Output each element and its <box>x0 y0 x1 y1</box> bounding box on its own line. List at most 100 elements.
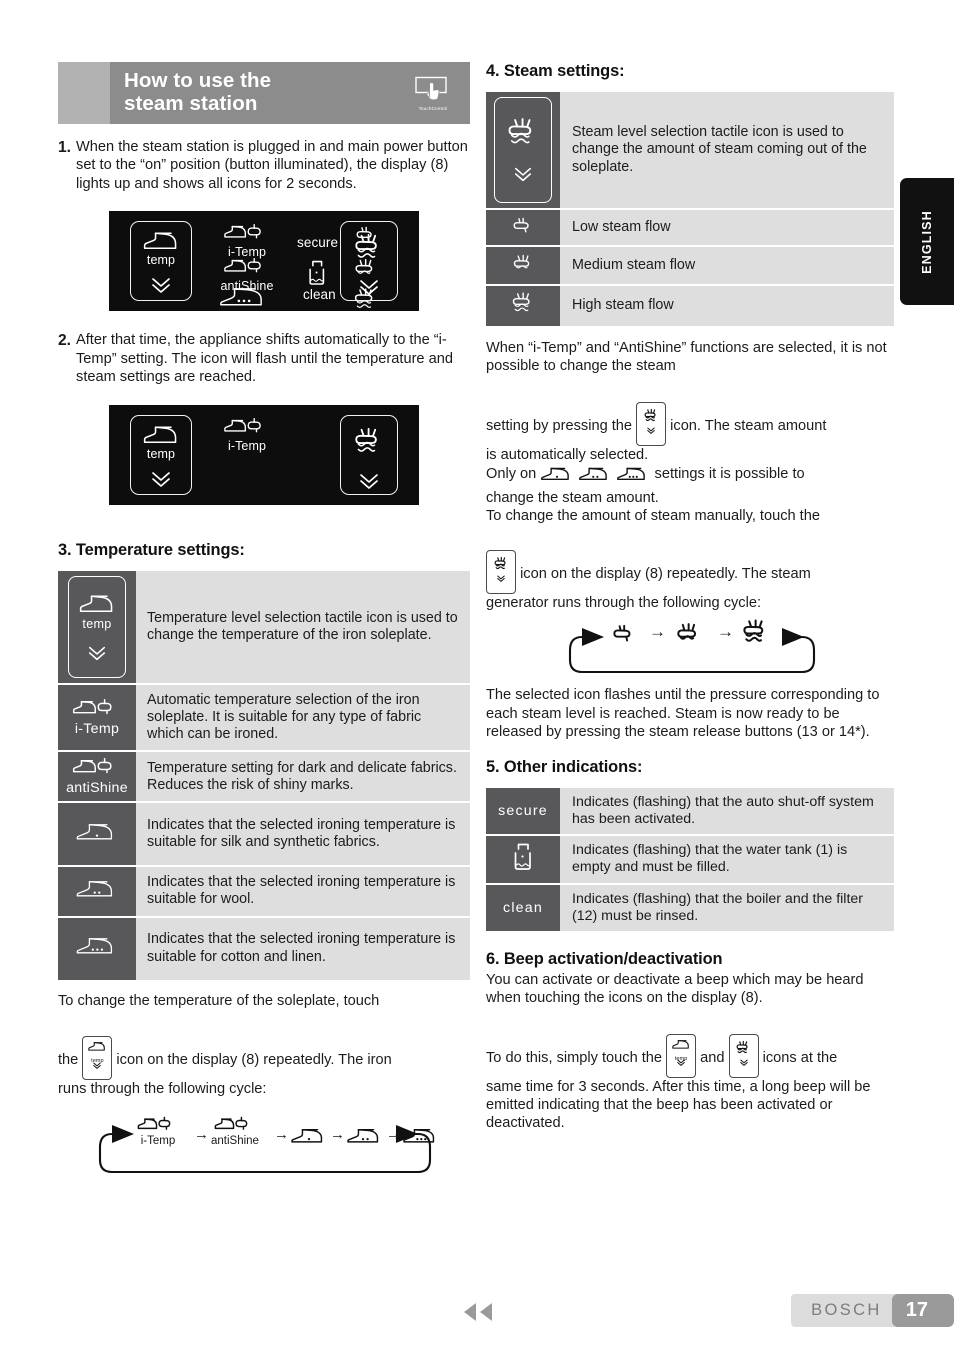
chevron-double-down-icon <box>739 1059 748 1066</box>
step-2: 2. After that time, the appliance shifts… <box>58 331 470 386</box>
iron-one-dot-icon <box>291 1129 323 1144</box>
row-icon-iron-three-dots <box>58 917 136 980</box>
row-description: Indicates (flashing) that the water tank… <box>560 835 894 883</box>
section-3-after-text-line2: the temp icon on the display (8) repeate… <box>58 1035 470 1080</box>
para-6-prefix: To do this, simply touch the <box>486 1049 663 1066</box>
page-number: 17 <box>891 1294 954 1327</box>
display1-itemp-indicator: i-Temp <box>210 223 284 259</box>
row-icon-clean: clean <box>486 884 560 931</box>
cycle-step-steam-low <box>610 622 638 649</box>
iron-two-dots-icon <box>76 880 113 897</box>
display1-steam-tactile-button <box>340 221 398 302</box>
iron-itemp-icon <box>224 224 261 239</box>
touchcontrol-label: TouchControl <box>418 106 448 111</box>
temperature-cycle-diagram: i-Temp → antiShine → → → <box>58 1114 470 1184</box>
step-1: 1. When the steam station is plugged in … <box>58 138 470 193</box>
cycle-step-itemp: i-Temp <box>136 1116 180 1147</box>
temperature-settings-table: temp Temperature level selection tactile… <box>58 569 470 982</box>
section-4-para-4: To change the amount of steam manually, … <box>486 508 820 525</box>
row-description: Automatic temperature selection of the i… <box>136 684 470 751</box>
steam-tactile-button-icon <box>494 97 552 203</box>
section-6-para-3: same time for 3 seconds. After this time… <box>486 1078 871 1132</box>
steam-low-icon <box>613 625 631 642</box>
step-1-number: 1. <box>58 139 72 156</box>
row-description: Indicates that the selected ironing temp… <box>136 803 470 866</box>
right-column: 4. Steam settings: Steam level selection… <box>486 58 894 1133</box>
temp-button-chip-icon-2: temp <box>666 1033 697 1078</box>
back-navigation-arrows[interactable] <box>459 1301 499 1328</box>
para-3-suffix: settings it is possible to <box>654 466 805 483</box>
chip-chevron-wrap <box>667 1054 695 1072</box>
table-row: Indicates that the selected ironing temp… <box>58 803 470 866</box>
left-column: How to use the steam station TouchContro… <box>58 62 470 1184</box>
section-4-para-5b: generator runs through the following cyc… <box>486 594 762 611</box>
iron-itemp-icon <box>72 698 112 715</box>
table-row: antiShine Temperature setting for dark a… <box>58 752 470 802</box>
display2-itemp-label: i-Temp <box>227 438 267 453</box>
row-description: Indicates that the selected ironing temp… <box>136 917 470 980</box>
table-row: Medium steam flow <box>486 247 894 284</box>
table-row: Low steam flow <box>486 210 894 245</box>
cycle-arrow: → <box>274 1126 289 1144</box>
steam-button-chip-icon-3 <box>728 1033 759 1078</box>
steam-tactile-icon <box>508 118 532 144</box>
water-tank-icon <box>309 261 325 286</box>
display-figure-itemp: temp i-Temp <box>109 404 419 505</box>
water-tank-icon <box>514 843 531 870</box>
secure-text-icon: secure <box>498 802 548 819</box>
iron-one-dot-icon <box>76 823 113 840</box>
chip-chevron-wrap <box>487 570 515 588</box>
display1-temp-label: temp <box>146 253 176 268</box>
chevron-double-down-icon <box>514 167 532 182</box>
chip-chevron-wrap <box>730 1054 758 1072</box>
para-5-suffix: icon on the display (8) repeatedly. The … <box>520 565 811 582</box>
after-text-rest: icon on the display (8) repeatedly. The … <box>116 1051 392 1068</box>
antishine-icon-label: antiShine <box>66 780 128 797</box>
para-3-prefix: Only on <box>486 466 537 483</box>
table-row: i-Temp Automatic temperature selection o… <box>58 684 470 751</box>
display1-clean-label: clean <box>303 287 336 303</box>
iron-two-dots-icon <box>579 468 608 481</box>
display1-secure-label: secure <box>297 235 339 251</box>
row-icon-temp-tactile: temp <box>58 570 136 683</box>
cycle-label-antishine: antiShine <box>211 1135 259 1148</box>
step-2-number: 2. <box>58 332 72 350</box>
para-2-suffix: icon. The steam amount <box>670 417 827 434</box>
row-description: Temperature setting for dark and delicat… <box>136 752 470 802</box>
other-indications-table: secure Indicates (flashing) that the aut… <box>486 786 894 933</box>
section-4-para-1: When “i-Temp” and “AntiShine” functions … <box>486 340 887 375</box>
iron-three-dots-icon <box>617 468 646 481</box>
section-4-heading: 4. Steam settings: <box>486 62 625 80</box>
page-footer: BOSCH 17 <box>791 1294 954 1327</box>
section-6-para-2: To do this, simply touch the temp and ic… <box>486 1033 894 1078</box>
cycle-step-steam-high <box>740 618 772 652</box>
table-row: Indicates that the selected ironing temp… <box>58 917 470 980</box>
chevron-double-down-icon <box>88 646 106 660</box>
para-6-suffix: icons at the <box>762 1049 838 1066</box>
row-description: Indicates that the selected ironing temp… <box>136 867 470 916</box>
row-description: Steam level selection tactile icon is us… <box>560 92 894 208</box>
row-icon-itemp: i-Temp <box>58 684 136 751</box>
cycle-step-steam-medium <box>674 620 704 651</box>
steam-button-chip-icon-2 <box>486 549 516 594</box>
section-3-after-text-line1: To change the temperature of the solepla… <box>58 992 380 1009</box>
cycle-arrow: → <box>649 622 666 642</box>
row-description: Indicates (flashing) that the boiler and… <box>560 884 894 931</box>
display1-iron-three-dots <box>217 285 271 314</box>
section-3-after-text-line3: runs through the following cycle: <box>58 1080 267 1097</box>
iron-itemp-icon <box>224 417 261 433</box>
row-description: High steam flow <box>560 286 894 326</box>
iron-icon <box>672 1039 689 1049</box>
table-row: High steam flow <box>486 286 894 326</box>
chevron-double-down-icon <box>677 1059 685 1066</box>
display-figure-all-icons: temp i-Temp antiShine secure clean <box>109 211 419 314</box>
chevron-double-down-icon <box>360 473 378 489</box>
section-4-para-3: Only on settings it is possible to <box>486 465 894 488</box>
row-icon-steam-low <box>486 210 560 245</box>
double-left-arrow-icon[interactable] <box>459 1301 499 1323</box>
row-icon-secure: secure <box>486 787 560 834</box>
section-4-para-2: setting by pressing the icon. The steam … <box>486 401 894 446</box>
chevron-double-down-icon <box>497 575 505 583</box>
cycle-step-one-dot <box>290 1126 328 1151</box>
step-2-text: After that time, the appliance shifts au… <box>76 332 453 386</box>
